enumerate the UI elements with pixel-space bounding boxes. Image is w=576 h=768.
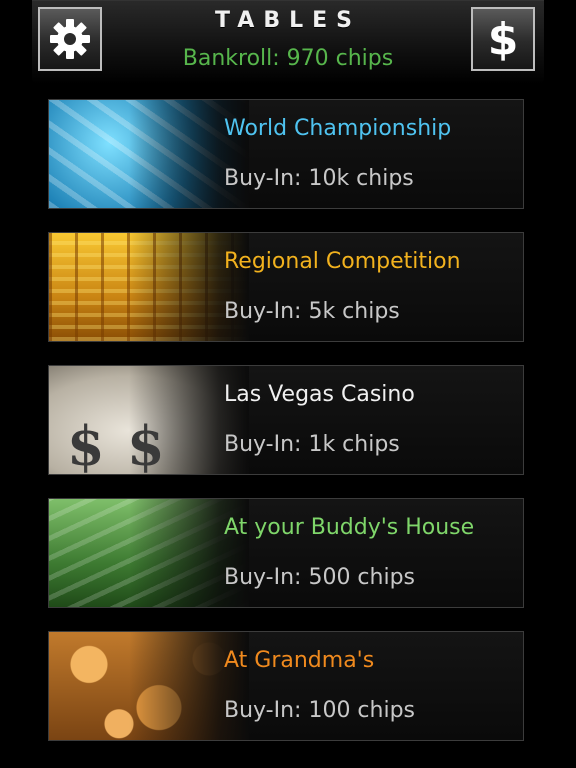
page-title: TABLES bbox=[215, 8, 361, 33]
table-name: At your Buddy's House bbox=[224, 515, 475, 540]
copper-coins-image bbox=[49, 632, 249, 740]
settings-button[interactable] bbox=[38, 7, 102, 71]
dollar-bills-image bbox=[49, 499, 249, 607]
table-buyin: Buy-In: 5k chips bbox=[224, 299, 400, 324]
table-card-buddys-house[interactable]: At your Buddy's House Buy-In: 500 chips bbox=[48, 498, 524, 608]
dollar-sign-graphic: $ bbox=[127, 414, 165, 475]
dollar-icon: $ bbox=[487, 13, 519, 65]
buy-chips-button[interactable]: $ bbox=[471, 7, 535, 71]
table-buyin: Buy-In: 500 chips bbox=[224, 565, 416, 590]
table-name: Regional Competition bbox=[224, 249, 461, 274]
table-card-regional-competition[interactable]: Regional Competition Buy-In: 5k chips bbox=[48, 232, 524, 342]
ice-crystals-image bbox=[49, 100, 249, 208]
table-name: At Grandma's bbox=[224, 648, 375, 673]
table-buyin: Buy-In: 10k chips bbox=[224, 166, 414, 191]
table-buyin: Buy-In: 100 chips bbox=[224, 698, 416, 723]
table-name: Las Vegas Casino bbox=[224, 382, 415, 407]
table-card-las-vegas-casino[interactable]: $ $ Las Vegas Casino Buy-In: 1k chips bbox=[48, 365, 524, 475]
table-card-world-championship[interactable]: World Championship Buy-In: 10k chips bbox=[48, 99, 524, 209]
table-name: World Championship bbox=[224, 116, 452, 141]
bankroll-label: Bankroll: 970 chips bbox=[182, 46, 394, 71]
money-bags-image: $ $ bbox=[49, 366, 249, 474]
dollar-sign-graphic: $ bbox=[67, 414, 105, 475]
table-buyin: Buy-In: 1k chips bbox=[224, 432, 400, 457]
top-bar: TABLES Bankroll: 970 chips bbox=[32, 0, 544, 84]
gear-icon bbox=[50, 19, 90, 59]
gold-coin-stacks-image bbox=[49, 233, 249, 341]
table-card-grandmas[interactable]: At Grandma's Buy-In: 100 chips bbox=[48, 631, 524, 741]
